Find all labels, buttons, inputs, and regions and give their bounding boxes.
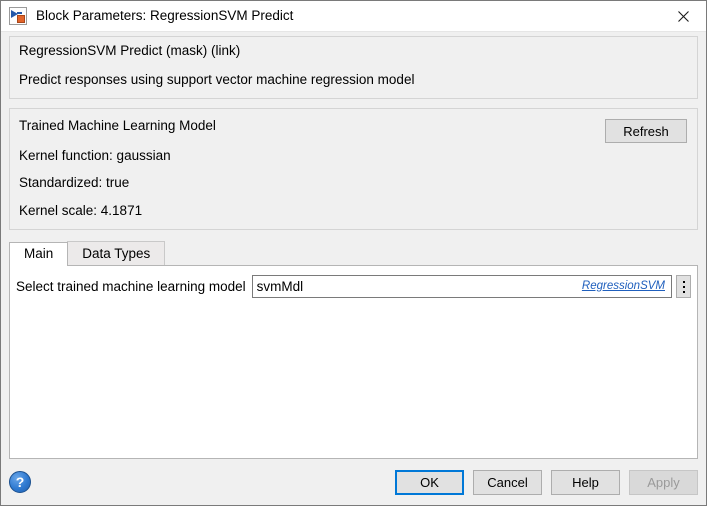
model-select-input[interactable]: svmMdl RegressionSVM (251, 275, 672, 298)
help-button[interactable]: Help (551, 469, 620, 495)
model-select-label: Select trained machine learning model (16, 278, 246, 294)
close-icon[interactable] (661, 1, 706, 31)
simulink-block-icon (9, 7, 27, 25)
footer-button-group: OK Cancel Help Apply (395, 469, 698, 495)
mask-description-text: Predict responses using support vector m… (19, 71, 415, 87)
block-parameters-dialog: Block Parameters: RegressionSVM Predict … (0, 0, 707, 506)
model-select-value: svmMdl (256, 278, 304, 294)
model-property-kernel-scale: Kernel scale: 4.1871 (19, 202, 143, 218)
apply-button: Apply (629, 469, 698, 495)
model-property-kernel-function: Kernel function: gaussian (19, 147, 171, 163)
window-title: Block Parameters: RegressionSVM Predict (36, 8, 294, 24)
vertical-ellipsis-icon[interactable] (676, 275, 691, 298)
dialog-body: RegressionSVM Predict (mask) (link) Pred… (1, 32, 706, 459)
refresh-button[interactable]: Refresh (605, 119, 687, 143)
model-property-standardized: Standardized: true (19, 175, 130, 190)
dialog-footer: ? OK Cancel Help Apply (1, 459, 706, 505)
trained-model-panel: Trained Machine Learning Model Kernel fu… (9, 108, 698, 230)
trained-model-info: Trained Machine Learning Model Kernel fu… (10, 117, 605, 219)
title-bar: Block Parameters: RegressionSVM Predict (1, 1, 706, 32)
description-panel: RegressionSVM Predict (mask) (link) Pred… (9, 36, 698, 99)
model-select-row: Select trained machine learning model sv… (10, 266, 697, 298)
trained-model-heading: Trained Machine Learning Model (19, 118, 216, 133)
ok-button[interactable]: OK (395, 469, 464, 495)
cancel-button[interactable]: Cancel (473, 469, 542, 495)
tab-strip: Main Data Types (9, 241, 698, 266)
help-question-icon[interactable]: ? (9, 471, 31, 493)
tab-main[interactable]: Main (9, 242, 69, 266)
tab-data-types[interactable]: Data Types (67, 241, 166, 265)
model-type-link[interactable]: RegressionSVM (582, 280, 667, 293)
tab-panel-main: Select trained machine learning model sv… (9, 265, 698, 459)
mask-header-text: RegressionSVM Predict (mask) (link) (19, 43, 241, 58)
